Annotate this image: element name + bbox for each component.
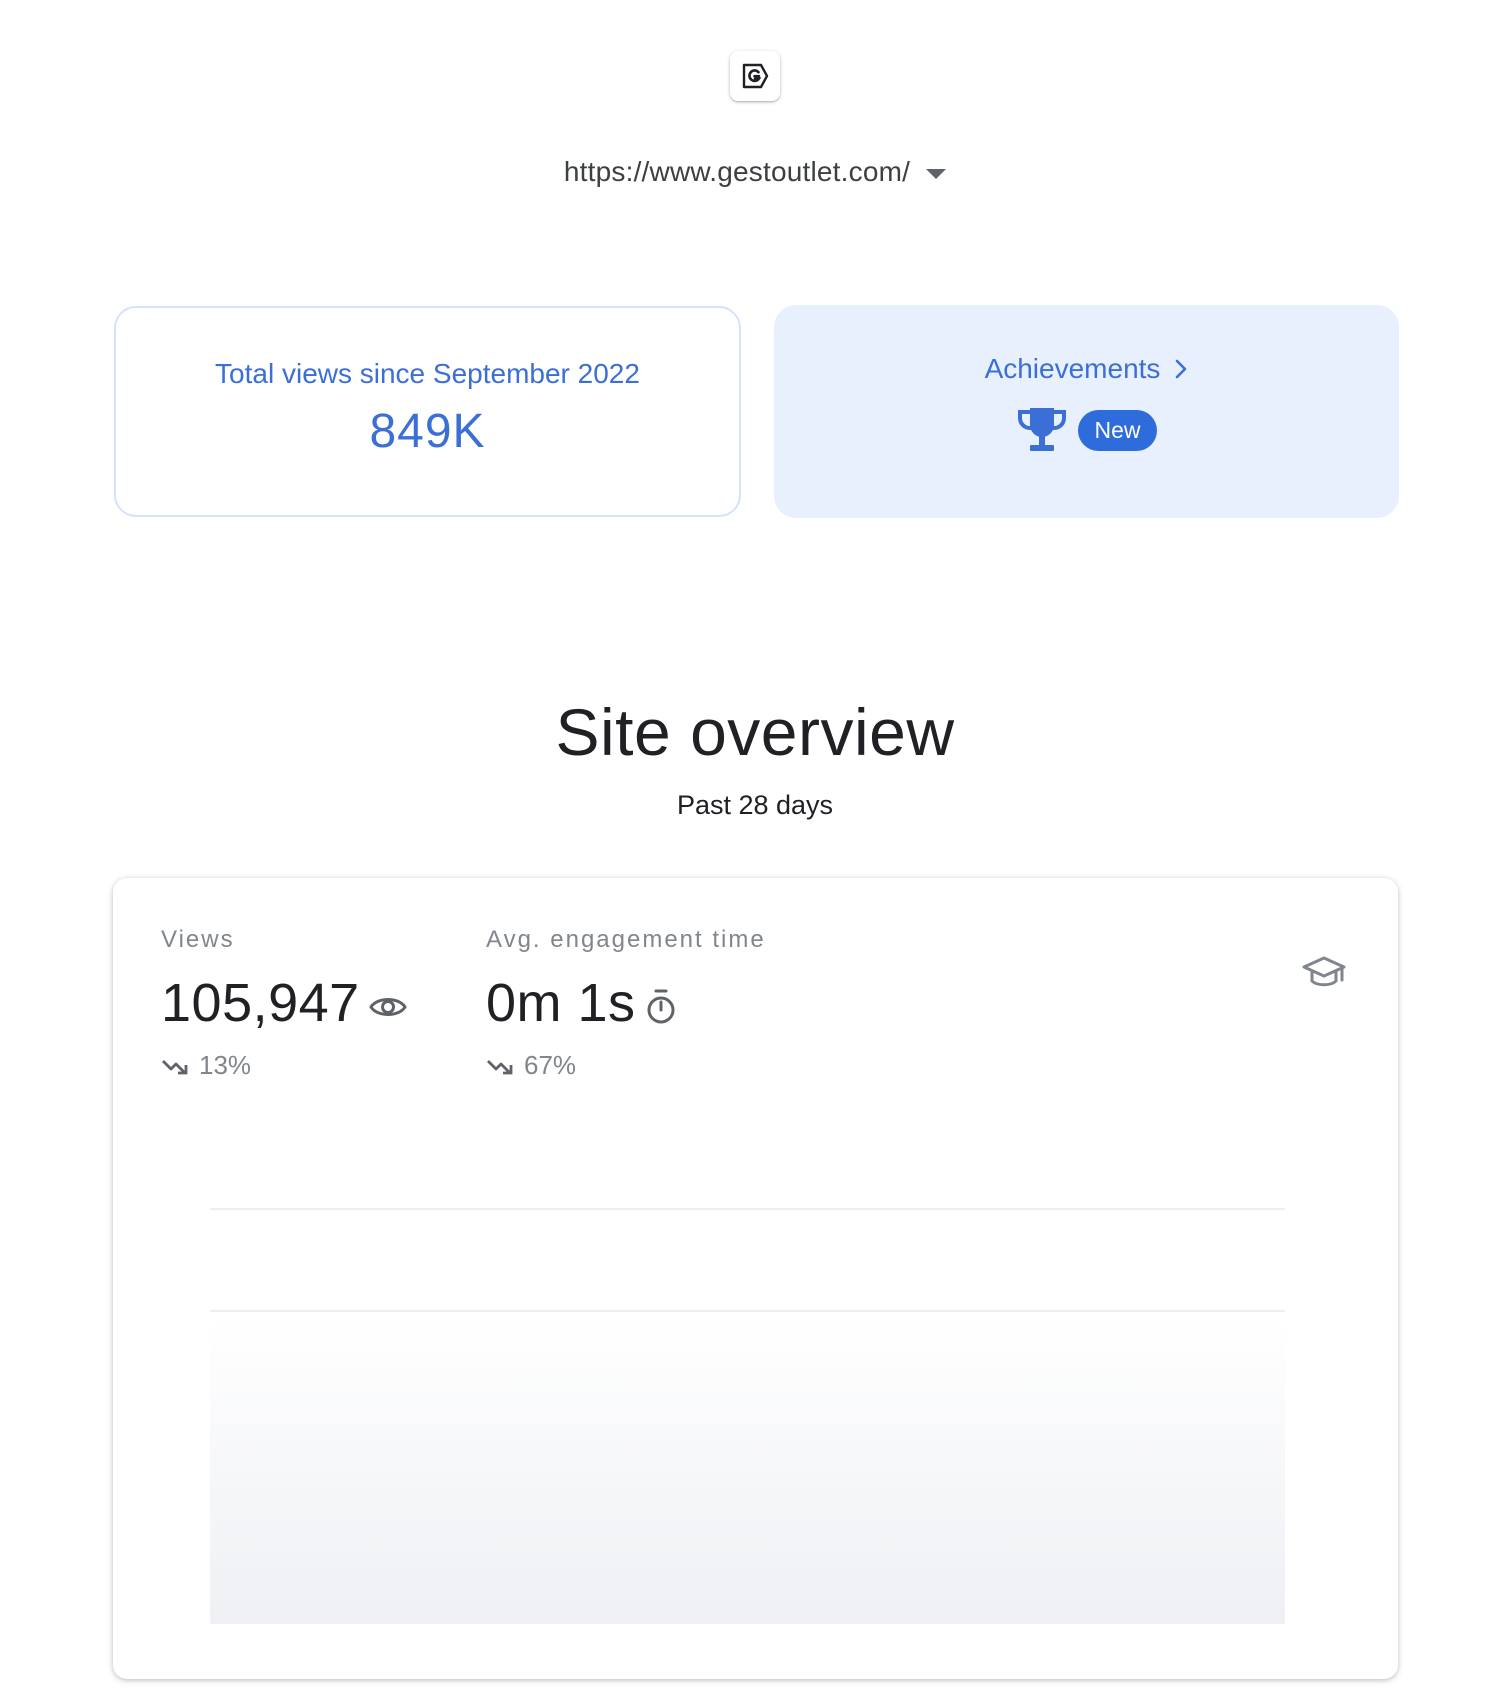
site-selector[interactable]: https://www.gestoutlet.com/ bbox=[0, 150, 1510, 194]
page: https://www.gestoutlet.com/ Total views … bbox=[0, 0, 1510, 1696]
engagement-change-value: 67% bbox=[524, 1050, 577, 1080]
achievements-card[interactable]: Achievements New bbox=[774, 305, 1399, 518]
total-views-card: Total views since September 2022 849K bbox=[114, 306, 741, 517]
site-logo-icon bbox=[742, 63, 769, 89]
timer-icon bbox=[644, 988, 678, 1026]
total-views-value: 849K bbox=[369, 405, 486, 458]
engagement-change: 67% bbox=[486, 1050, 766, 1081]
views-label: Views bbox=[161, 926, 235, 953]
section-title: Site overview bbox=[555, 695, 955, 769]
views-change: 13% bbox=[161, 1050, 408, 1081]
site-logo bbox=[730, 51, 780, 101]
trending-down-icon bbox=[487, 1059, 513, 1074]
site-url: https://www.gestoutlet.com/ bbox=[563, 156, 911, 187]
chart-loading-area bbox=[210, 1318, 1285, 1624]
school-icon[interactable] bbox=[1301, 955, 1347, 998]
achievements-title: Achievements bbox=[984, 353, 1161, 384]
total-views-label: Total views since September 2022 bbox=[215, 358, 640, 389]
site-overview-card: Views 105,947 13% Avg. engagement time 0… bbox=[113, 878, 1398, 1679]
trending-down-icon bbox=[162, 1059, 188, 1074]
chart-gridline bbox=[210, 1208, 1285, 1210]
new-badge: New bbox=[1078, 409, 1157, 451]
caret-down-icon bbox=[926, 169, 947, 179]
views-change-value: 13% bbox=[199, 1050, 252, 1080]
engagement-label: Avg. engagement time bbox=[486, 926, 766, 953]
trophy-icon bbox=[1018, 408, 1067, 451]
views-metric: Views 105,947 13% bbox=[161, 926, 408, 1081]
achievements-row: New bbox=[774, 405, 1399, 455]
achievements-link[interactable]: Achievements bbox=[985, 353, 1189, 385]
chart-gridline bbox=[210, 1310, 1285, 1312]
eye-icon bbox=[368, 993, 408, 1021]
views-chart bbox=[210, 1208, 1285, 1628]
chevron-right-icon bbox=[1174, 358, 1188, 380]
section-subtitle: Past 28 days bbox=[676, 790, 834, 820]
engagement-metric: Avg. engagement time 0m 1s 67% bbox=[486, 926, 766, 1081]
views-value: 105,947 bbox=[161, 973, 360, 1033]
engagement-value: 0m 1s bbox=[486, 973, 636, 1033]
